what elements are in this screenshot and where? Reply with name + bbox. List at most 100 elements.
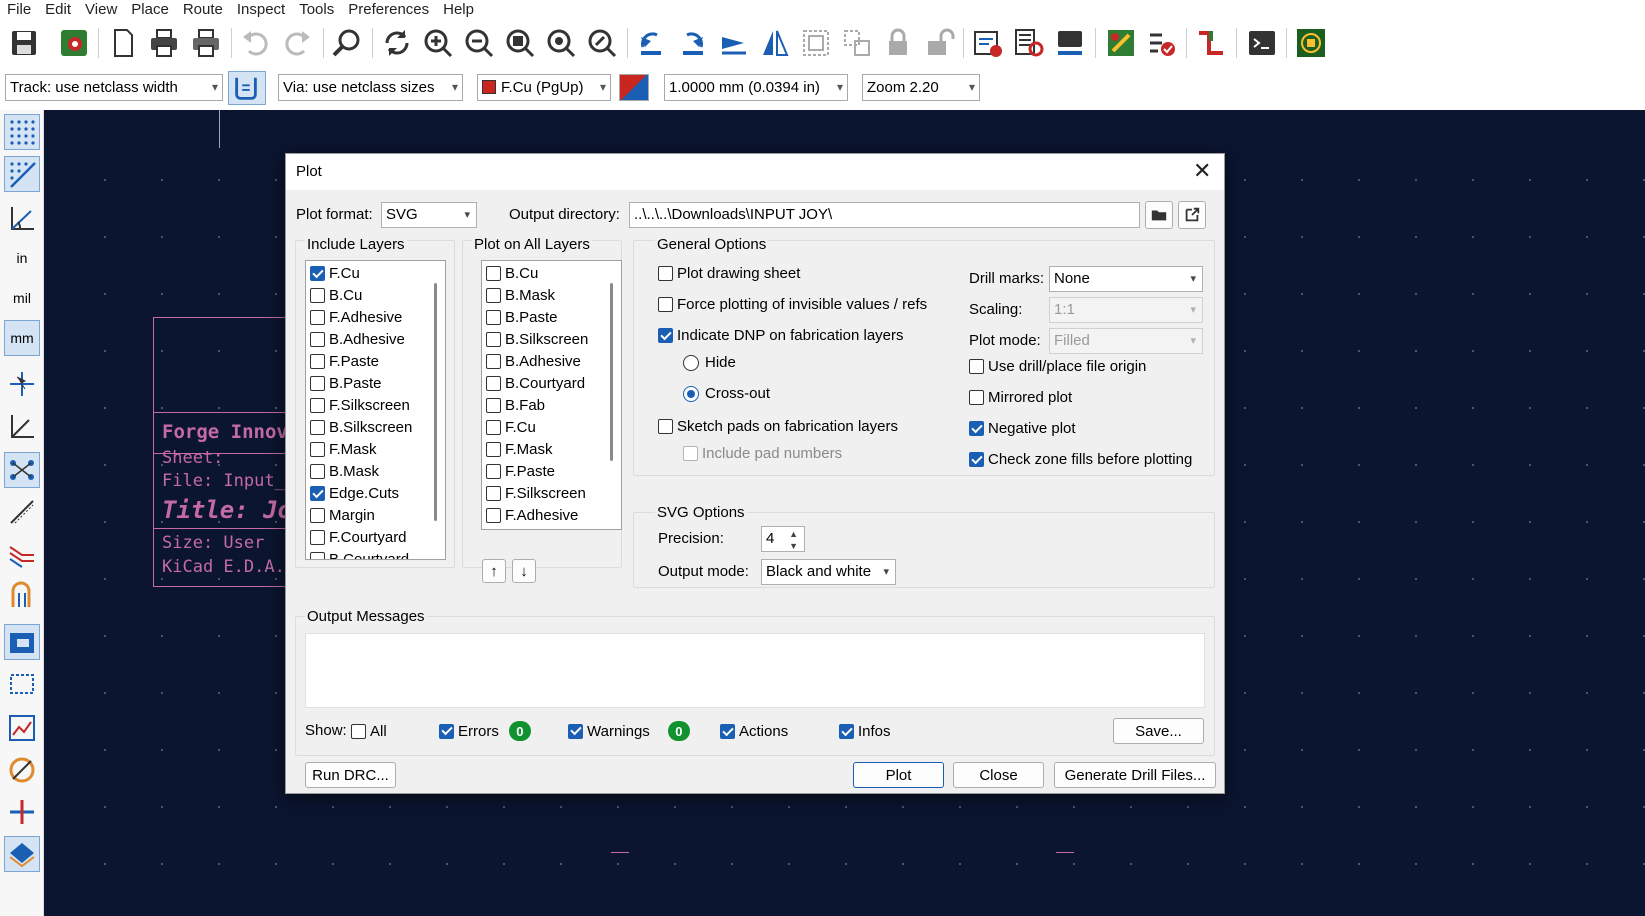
refresh-icon[interactable] [380, 26, 414, 60]
group-icon[interactable] [799, 26, 833, 60]
plot-all-layer-b-courtyard[interactable]: B.Courtyard [486, 373, 585, 394]
lock-icon[interactable] [881, 26, 915, 60]
include-pad-numbers-checkbox[interactable]: Include pad numbers [683, 445, 842, 462]
negative-plot-checkbox[interactable]: Negative plot [969, 420, 1076, 437]
plot-all-layer-f-cu[interactable]: F.Cu [486, 417, 536, 438]
page-settings-icon[interactable] [106, 26, 140, 60]
polar-coordinates-icon[interactable] [4, 200, 40, 236]
zoom-fit-icon[interactable] [503, 26, 537, 60]
include-layer-f-silkscreen[interactable]: F.Silkscreen [310, 395, 410, 416]
highlight-net-icon[interactable] [4, 752, 40, 788]
grid-size-select[interactable]: 1.0000 mm (0.0394 in) ▾ [664, 74, 848, 101]
open-folder-button[interactable] [1178, 201, 1206, 229]
layer-checkbox[interactable] [486, 464, 501, 479]
show-infos-checkbox[interactable]: Infos [839, 723, 891, 740]
dnp-hide-radio[interactable]: Hide [683, 354, 736, 371]
plot-all-layer-f-adhesive[interactable]: F.Adhesive [486, 505, 578, 526]
layer-checkbox[interactable] [486, 376, 501, 391]
units-inches-button[interactable]: in [4, 240, 40, 276]
plot-all-layer-f-courtyard[interactable]: F.Courtyard [486, 527, 583, 529]
menu-inspect[interactable]: Inspect [230, 0, 292, 20]
show-all-checkbox[interactable]: All [351, 723, 387, 740]
scripting-console-icon[interactable] [1245, 26, 1279, 60]
track-width-select[interactable]: Track: use netclass width ▾ [5, 74, 223, 101]
include-layers-list[interactable]: F.Cu B.Cu F.Adhesive B.Adhesive F.Paste B.Pas… [305, 260, 446, 560]
menu-tools[interactable]: Tools [292, 0, 341, 20]
menu-file[interactable]: File [0, 0, 38, 20]
print-icon[interactable] [147, 26, 181, 60]
move-up-button[interactable]: ↑ [482, 559, 506, 583]
layer-checkbox[interactable] [486, 486, 501, 501]
plot-drawing-sheet-checkbox[interactable]: Plot drawing sheet [658, 265, 800, 282]
find-icon[interactable] [330, 26, 364, 60]
via-outline-icon[interactable] [4, 578, 40, 614]
track-outline-icon[interactable] [4, 536, 40, 572]
zoom-selection-icon[interactable] [585, 26, 619, 60]
mirrored-plot-checkbox[interactable]: Mirrored plot [969, 389, 1072, 406]
force-invisible-checkbox[interactable]: Force plotting of invisible values / ref… [658, 296, 927, 313]
include-layer-b-adhesive[interactable]: B.Adhesive [310, 329, 405, 350]
curved-ratsnest-icon[interactable] [4, 494, 40, 530]
plot-mode-select[interactable]: Filled ▾ [1049, 328, 1203, 354]
units-mm-button[interactable]: mm [4, 320, 40, 356]
layer-select[interactable]: F.Cu (PgUp) ▾ [477, 74, 611, 101]
include-layer-b-courtyard[interactable]: B.Courtyard [310, 549, 409, 559]
include-layer-margin[interactable]: Margin [310, 505, 375, 526]
layer-checkbox[interactable] [486, 310, 501, 325]
layer-checkbox[interactable] [310, 288, 325, 303]
layer-checkbox[interactable] [486, 354, 501, 369]
plot-all-layer-b-adhesive[interactable]: B.Adhesive [486, 351, 581, 372]
plot-button[interactable]: Plot [853, 762, 944, 788]
layer-checkbox[interactable] [486, 398, 501, 413]
footprint-editor-icon[interactable] [1053, 26, 1087, 60]
include-layer-b-cu[interactable]: B.Cu [310, 285, 362, 306]
menu-edit[interactable]: Edit [38, 0, 78, 20]
browse-folder-button[interactable] [1145, 201, 1173, 229]
select-area-icon[interactable] [4, 666, 40, 702]
output-directory-input[interactable]: ..\..\..\Downloads\INPUT JOY\ [629, 202, 1140, 228]
auto-track-width-button[interactable] [228, 71, 266, 105]
layer-checkbox[interactable] [310, 354, 325, 369]
3d-viewer-icon[interactable] [1294, 26, 1328, 60]
cursor-icon[interactable] [4, 366, 40, 402]
layer-checkbox[interactable] [486, 332, 501, 347]
layer-pair-button[interactable] [619, 74, 649, 101]
include-layer-b-paste[interactable]: B.Paste [310, 373, 382, 394]
layer-checkbox[interactable] [310, 508, 325, 523]
plot-all-layer-b-cu[interactable]: B.Cu [486, 263, 538, 284]
sketch-pads-checkbox[interactable]: Sketch pads on fabrication layers [658, 418, 898, 435]
include-layer-edge-cuts[interactable]: Edge.Cuts [310, 483, 399, 504]
output-messages-area[interactable] [305, 633, 1205, 708]
redo-icon[interactable] [281, 26, 315, 60]
dnp-crossout-radio[interactable]: Cross-out [683, 385, 770, 402]
close-button[interactable]: Close [953, 762, 1044, 788]
layer-checkbox[interactable] [310, 332, 325, 347]
layer-checkbox[interactable] [310, 398, 325, 413]
close-icon[interactable]: ✕ [1193, 158, 1211, 184]
ratsnest-icon[interactable] [4, 452, 40, 488]
drill-marks-select[interactable]: None ▾ [1049, 266, 1203, 292]
include-layer-f-cu[interactable]: F.Cu [310, 263, 360, 284]
include-layer-f-adhesive[interactable]: F.Adhesive [310, 307, 402, 328]
layer-checkbox[interactable] [310, 530, 325, 545]
via-size-select[interactable]: Via: use netclass sizes ▾ [278, 74, 463, 101]
layer-checkbox[interactable] [486, 508, 501, 523]
flip-icon[interactable] [717, 26, 751, 60]
include-layer-f-paste[interactable]: F.Paste [310, 351, 379, 372]
unlock-icon[interactable] [922, 26, 956, 60]
show-warnings-checkbox[interactable]: Warnings 0 [568, 721, 690, 741]
menu-place[interactable]: Place [124, 0, 176, 20]
zoom-in-icon[interactable] [421, 26, 455, 60]
plot-format-select[interactable]: SVG ▾ [381, 202, 477, 228]
layer-checkbox[interactable] [486, 288, 501, 303]
drc-icon[interactable] [1145, 26, 1179, 60]
layer-checkbox[interactable] [310, 464, 325, 479]
plot-all-layer-f-paste[interactable]: F.Paste [486, 461, 555, 482]
output-mode-select[interactable]: Black and white ▾ [761, 559, 896, 585]
layer-checkbox[interactable] [486, 442, 501, 457]
board-setup-icon[interactable] [57, 26, 91, 60]
zoom-select[interactable]: Zoom 2.20 ▾ [862, 74, 980, 101]
grid-dots-icon[interactable] [4, 114, 40, 150]
include-layer-f-courtyard[interactable]: F.Courtyard [310, 527, 407, 548]
plot-all-layer-b-fab[interactable]: B.Fab [486, 395, 545, 416]
